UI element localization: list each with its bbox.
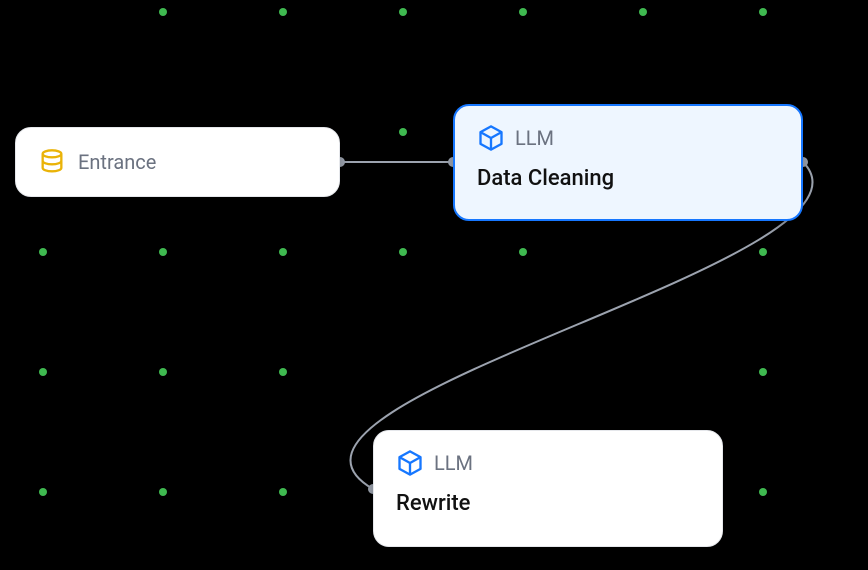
grid-dot: [159, 488, 167, 496]
grid-dot: [279, 488, 287, 496]
workflow-canvas[interactable]: Entrance LLM Data Cleaning: [0, 0, 868, 570]
node-title: Data Cleaning: [477, 166, 779, 191]
grid-dot: [759, 488, 767, 496]
grid-dot: [279, 248, 287, 256]
grid-dot: [159, 8, 167, 16]
grid-dot: [639, 8, 647, 16]
grid-dot: [399, 8, 407, 16]
grid-dot: [39, 248, 47, 256]
grid-dot: [399, 248, 407, 256]
cube-icon: [477, 124, 505, 152]
grid-dot: [279, 8, 287, 16]
node-header: LLM: [477, 124, 779, 152]
grid-dot: [39, 488, 47, 496]
node-type-label: LLM: [515, 126, 554, 150]
node-rewrite[interactable]: LLM Rewrite: [373, 430, 723, 547]
node-title: Rewrite: [396, 491, 700, 516]
grid-dot: [39, 368, 47, 376]
node-entrance-label: Entrance: [78, 150, 156, 174]
grid-dot: [519, 248, 527, 256]
grid-dot: [519, 8, 527, 16]
grid-dot: [399, 128, 407, 136]
node-entrance[interactable]: Entrance: [15, 127, 340, 197]
node-data-cleaning[interactable]: LLM Data Cleaning: [453, 104, 803, 221]
grid-dot: [759, 368, 767, 376]
grid-dot: [759, 248, 767, 256]
grid-dot: [159, 368, 167, 376]
grid-dot: [159, 248, 167, 256]
grid-dot: [759, 8, 767, 16]
database-icon: [38, 148, 66, 176]
node-header: LLM: [396, 449, 700, 477]
cube-icon: [396, 449, 424, 477]
node-type-label: LLM: [434, 451, 473, 475]
grid-dot: [279, 368, 287, 376]
